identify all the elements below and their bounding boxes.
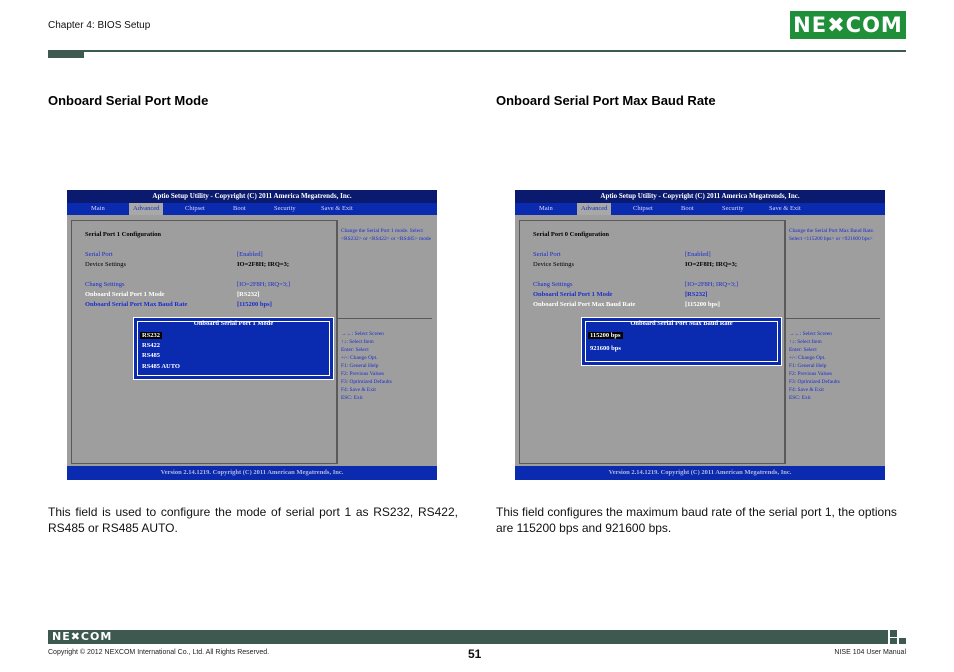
bios-key-item: →←: Select Screen <box>789 331 832 337</box>
bios-key-item: Enter: Select <box>341 347 369 353</box>
bios-row-value: IO=2F8H; IRQ=3; <box>685 261 738 268</box>
bios-key-item: F1: General Help <box>789 363 827 369</box>
footer-nexcom-logo: NE✖COM <box>52 630 113 643</box>
bios-screenshot-max-baud-rate: Aptio Setup Utility - Copyright (C) 2011… <box>515 190 885 480</box>
bios-menu-boot[interactable]: Boot <box>229 203 250 215</box>
bios-key-item: F2: Previous Values <box>789 371 833 377</box>
footer-square <box>899 638 906 644</box>
nexcom-logo: NE✖COM <box>790 11 906 39</box>
bios-menu-chipset[interactable]: Chipset <box>629 203 657 215</box>
bios-key-item: Enter: Select <box>789 347 817 353</box>
bios-row-value[interactable]: [Enabled] <box>237 251 263 258</box>
footer-square <box>890 638 897 644</box>
bios-menu-boot[interactable]: Boot <box>677 203 698 215</box>
bios-row-value-highlighted[interactable]: [115200 bps] <box>685 301 720 308</box>
copyright-notice: Copyright © 2012 NEXCOM International Co… <box>48 649 270 656</box>
bios-row-label-highlighted[interactable]: Onboard Serial Port 1 Mode <box>85 291 164 298</box>
bios-key-item: ↑↓: Select Item <box>789 339 822 345</box>
bios-menu-main[interactable]: Main <box>87 203 109 215</box>
popup-title: Onboard Serial Port Max Baud Rate <box>630 320 733 327</box>
bios-help-divider <box>785 220 786 464</box>
bios-topbar: Aptio Setup Utility - Copyright (C) 2011… <box>515 190 885 203</box>
bios-key-legend: →←: Select Screen ↑↓: Select Item Enter:… <box>341 330 392 402</box>
bios-menu-chipset[interactable]: Chipset <box>181 203 209 215</box>
bios-help-text: Change the Serial Port 1 mode. Select <R… <box>341 228 431 242</box>
popup-option-selected[interactable]: RS232 <box>140 332 163 339</box>
popup-option[interactable]: RS485 <box>142 352 160 359</box>
bios-footer: Version 2.14.1219. Copyright (C) 2011 Am… <box>67 466 437 480</box>
bios-key-item: F2: Previous Values <box>341 371 385 377</box>
bios-key-item: F4: Save & Exit <box>341 387 376 393</box>
bios-section-title: Serial Port 0 Configuration <box>533 231 610 238</box>
bios-row-label: Device Settings <box>85 261 126 268</box>
popup-option[interactable]: 921600 bps <box>590 345 621 352</box>
bios-row-label: Device Settings <box>533 261 574 268</box>
popup-option[interactable]: RS485 AUTO <box>142 363 180 370</box>
bios-row-value[interactable]: [IO=2F8H; IRQ=3;] <box>237 281 290 288</box>
popup-option-selected[interactable]: 115200 bps <box>588 332 623 339</box>
page-number: 51 <box>468 647 482 661</box>
bios-row-value[interactable]: [115200 bps] <box>237 301 272 308</box>
bios-key-item: ESC: Exit <box>789 395 811 401</box>
bios-row-value[interactable]: [Enabled] <box>685 251 711 258</box>
bios-row-value: IO=2F8H; IRQ=3; <box>237 261 290 268</box>
bios-menu-advanced[interactable]: Advanced <box>577 203 612 215</box>
bios-key-item: ESC: Exit <box>341 395 363 401</box>
bios-row-label[interactable]: Onboard Serial Port Max Baud Rate <box>85 301 187 308</box>
manual-name: NISE 104 User Manual <box>834 649 906 656</box>
bios-row-label[interactable]: Chang Settings <box>533 281 573 288</box>
chapter-label: Chapter 4: BIOS Setup <box>48 20 151 31</box>
bios-key-legend: →←: Select Screen ↑↓: Select Item Enter:… <box>789 330 840 402</box>
bios-key-item: +/-: Change Opt. <box>789 355 826 361</box>
popup-title: Onboard Serial Port 1 Mode <box>193 320 274 327</box>
bios-menu-save-exit[interactable]: Save & Exit <box>317 203 357 215</box>
bios-key-item: ↑↓: Select Item <box>341 339 374 345</box>
max-baud-rate-description: This field configures the maximum baud r… <box>496 505 897 535</box>
bios-row-label-highlighted[interactable]: Onboard Serial Port Max Baud Rate <box>533 301 635 308</box>
bios-key-item: F3: Optimized Defaults <box>789 379 840 385</box>
max-baud-rate-title: Onboard Serial Port Max Baud Rate <box>496 93 716 108</box>
bios-section-title: Serial Port 1 Configuration <box>85 231 162 238</box>
bios-key-item: F1: General Help <box>341 363 379 369</box>
bios-row-label[interactable]: Onboard Serial Port 1 Mode <box>533 291 612 298</box>
bios-menu-main[interactable]: Main <box>535 203 557 215</box>
serial-port-mode-description: This field is used to configure the mode… <box>48 505 458 535</box>
bios-topbar: Aptio Setup Utility - Copyright (C) 2011… <box>67 190 437 203</box>
bios-menu-security[interactable]: Security <box>270 203 300 215</box>
bios-side-divider <box>786 318 880 319</box>
bios-menu-security[interactable]: Security <box>718 203 748 215</box>
popup-option[interactable]: RS422 <box>142 342 160 349</box>
bios-row-label[interactable]: Serial Port <box>533 251 561 258</box>
bios-side-divider <box>338 318 432 319</box>
bios-menubar: Main Advanced Chipset Boot Security Save… <box>67 203 437 215</box>
bios-help-text: Change the Serial Port Max Baud Rate. Se… <box>789 228 875 242</box>
bios-row-value[interactable]: [IO=2F8H; IRQ=3;] <box>685 281 738 288</box>
bios-help-divider <box>337 220 338 464</box>
header-rule <box>48 50 906 52</box>
bios-screenshot-serial-port-mode: Aptio Setup Utility - Copyright (C) 2011… <box>67 190 437 480</box>
bios-key-item: →←: Select Screen <box>341 331 384 337</box>
serial-port-mode-title: Onboard Serial Port Mode <box>48 93 209 108</box>
bios-key-item: +/-: Change Opt. <box>341 355 378 361</box>
bios-row-label[interactable]: Serial Port <box>85 251 113 258</box>
bios-options-popup: Onboard Serial Port Max Baud Rate 115200… <box>581 317 782 366</box>
footer-square <box>890 630 897 637</box>
bios-key-item: F4: Save & Exit <box>789 387 824 393</box>
footer-bar <box>48 630 888 644</box>
bios-row-value-highlighted[interactable]: [RS232] <box>237 291 259 298</box>
header-accent-block <box>48 50 84 58</box>
bios-menubar: Main Advanced Chipset Boot Security Save… <box>515 203 885 215</box>
bios-key-item: F3: Optimized Defaults <box>341 379 392 385</box>
bios-footer: Version 2.14.1219. Copyright (C) 2011 Am… <box>515 466 885 480</box>
bios-row-label[interactable]: Chang Settings <box>85 281 125 288</box>
bios-menu-save-exit[interactable]: Save & Exit <box>765 203 805 215</box>
bios-row-value[interactable]: [RS232] <box>685 291 707 298</box>
bios-options-popup: Onboard Serial Port 1 Mode RS232 RS422 R… <box>133 317 334 380</box>
bios-menu-advanced[interactable]: Advanced <box>129 203 164 215</box>
